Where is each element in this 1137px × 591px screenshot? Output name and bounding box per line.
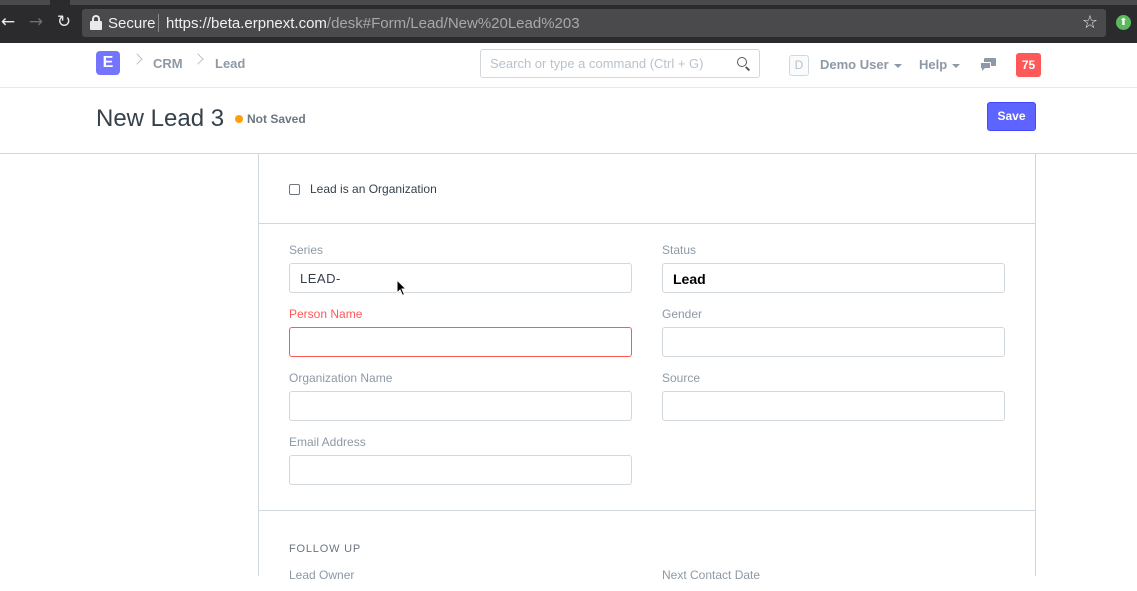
browser-tab-edge [0, 0, 50, 5]
url-text[interactable]: https://beta.erpnext.com/desk#Form/Lead/… [166, 15, 580, 32]
mouse-cursor-icon [396, 279, 408, 297]
app-logo[interactable]: E [96, 51, 120, 75]
breadcrumb-crm[interactable]: CRM [153, 56, 183, 71]
page-title: New Lead 3 [96, 105, 225, 132]
org-checkbox[interactable] [289, 183, 300, 195]
back-icon[interactable]: ← [0, 12, 18, 32]
browser-tab-strip [70, 0, 1137, 5]
indicator-dot [235, 115, 243, 123]
form-layout: Lead is an Organization Series LEAD- Sta… [258, 154, 1036, 582]
lock-icon [90, 15, 102, 30]
source-field[interactable] [662, 391, 1005, 421]
avatar[interactable]: D [789, 55, 809, 76]
url-path: /desk#Form/Lead/New%20Lead%203 [326, 15, 580, 32]
page-head: New Lead 3 Not Saved Save [0, 88, 1137, 154]
url-separator [158, 14, 159, 32]
email-address-field[interactable] [289, 455, 632, 485]
user-menu-label: Demo User [820, 57, 889, 72]
caret-down-icon [893, 63, 902, 68]
chevron-right-icon [131, 53, 143, 65]
organization-name-field[interactable] [289, 391, 632, 421]
series-label: Series [289, 243, 324, 257]
status-label: Status [662, 243, 697, 257]
details-section: Series LEAD- Status Lead Person Name Gen… [259, 224, 1035, 511]
search-icon[interactable] [737, 57, 751, 71]
org-checkbox-label: Lead is an Organization [310, 182, 437, 196]
secure-label: Secure [108, 15, 156, 32]
org-checkbox-row[interactable]: Lead is an Organization [289, 182, 437, 196]
status-select[interactable]: Lead [662, 263, 1005, 293]
forward-icon[interactable]: → [26, 12, 46, 32]
user-menu[interactable]: Demo User [820, 57, 902, 72]
person-name-field[interactable] [289, 327, 632, 357]
search-box[interactable] [480, 49, 760, 78]
next-contact-date-label: Next Contact Date [662, 568, 761, 582]
save-button[interactable]: Save [987, 102, 1036, 131]
app-navbar: E CRM Lead D Demo User Help 75 [0, 43, 1137, 88]
help-menu[interactable]: Help [919, 57, 961, 72]
chat-icon[interactable] [980, 58, 996, 72]
series-select[interactable]: LEAD- [289, 263, 632, 293]
bookmark-star-icon[interactable]: ☆ [1082, 12, 1098, 33]
email-address-label: Email Address [289, 435, 366, 449]
person-name-label: Person Name [289, 307, 363, 321]
address-bar[interactable]: Secure https://beta.erpnext.com/desk#For… [82, 9, 1106, 37]
follow-up-heading: FOLLOW UP [289, 543, 361, 555]
extension-upload-icon[interactable]: ⬆ [1116, 15, 1131, 30]
caret-down-icon [952, 63, 961, 68]
browser-chrome: ← → ↻ Secure https://beta.erpnext.com/de… [0, 0, 1137, 43]
org-section: Lead is an Organization [259, 154, 1035, 224]
help-menu-label: Help [919, 57, 948, 72]
url-host: https://beta.erpnext.com [166, 15, 327, 32]
notification-badge[interactable]: 75 [1016, 53, 1041, 77]
breadcrumb-lead[interactable]: Lead [215, 56, 245, 71]
lead-owner-label: Lead Owner [289, 568, 355, 582]
follow-up-section: FOLLOW UP Lead Owner Next Contact Date [259, 511, 1035, 591]
status-indicator: Not Saved [235, 112, 306, 126]
indicator-label: Not Saved [247, 112, 306, 126]
chevron-right-icon [192, 53, 204, 65]
gender-field[interactable] [662, 327, 1005, 357]
source-label: Source [662, 371, 701, 385]
gender-label: Gender [662, 307, 703, 321]
reload-icon[interactable]: ↻ [54, 12, 74, 32]
search-input[interactable] [490, 56, 730, 71]
organization-name-label: Organization Name [289, 371, 393, 385]
